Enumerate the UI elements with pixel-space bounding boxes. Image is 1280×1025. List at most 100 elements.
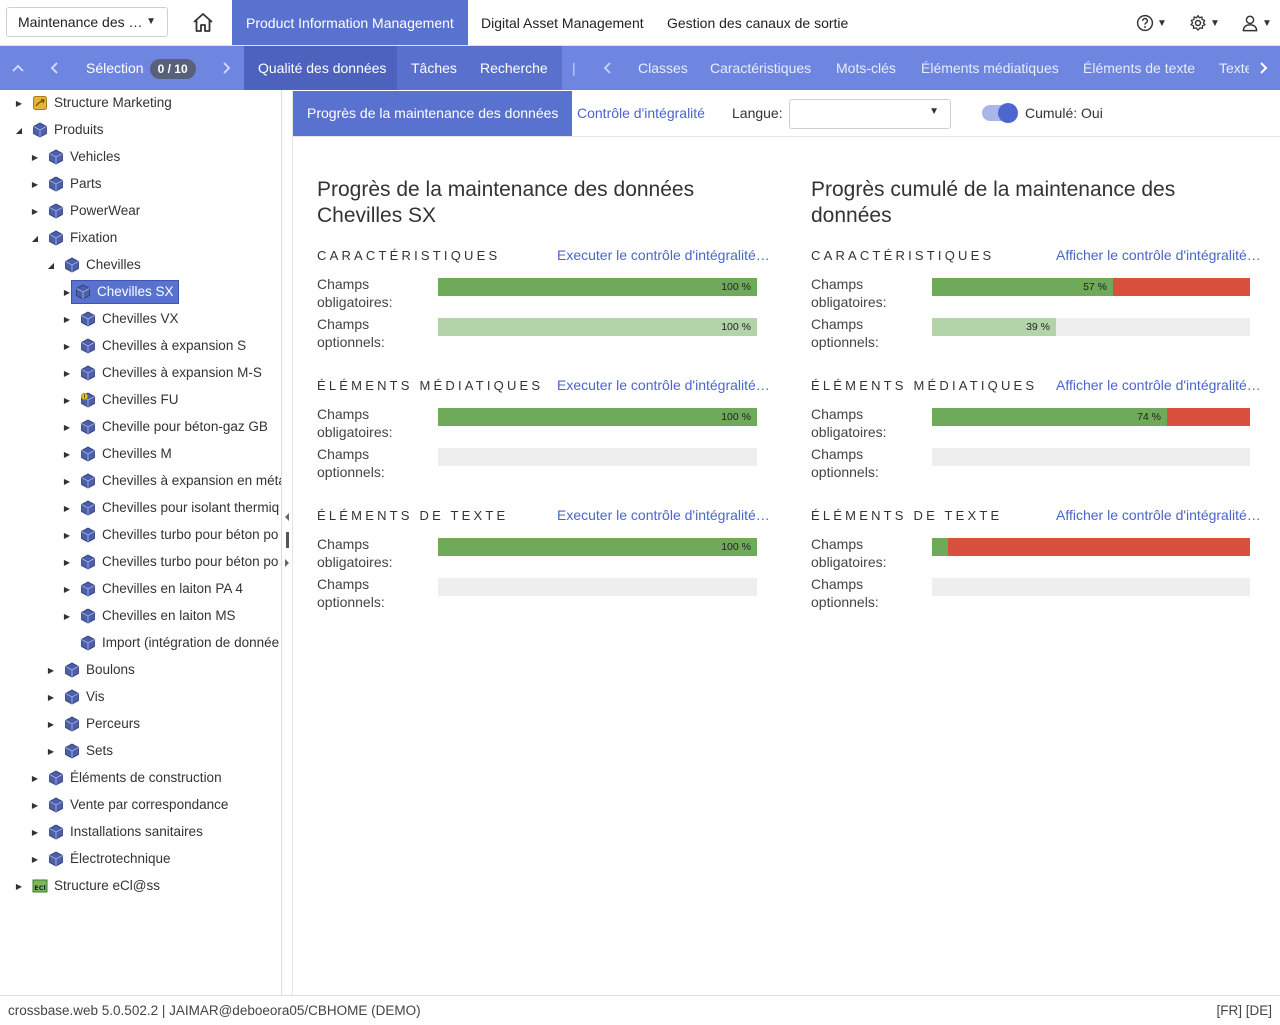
tree-item-content[interactable]: ECl Structure eCl@ss bbox=[24, 875, 164, 897]
language-switcher[interactable]: [FR] [DE] bbox=[1216, 996, 1272, 1025]
collapse-arrow-icon[interactable]: ◢ bbox=[30, 234, 40, 243]
expand-arrow-icon[interactable]: ▶ bbox=[62, 369, 72, 378]
tree-item[interactable]: Import (intégration de donnée bbox=[62, 632, 281, 654]
collapse-up-icon[interactable] bbox=[11, 46, 25, 90]
tree-item[interactable]: ▶ Parts bbox=[30, 173, 106, 195]
tab-keywords[interactable]: Mots-clés bbox=[836, 46, 896, 90]
tree-item-content[interactable]: Vente par correspondance bbox=[40, 794, 232, 816]
tree-item-content[interactable]: Import (intégration de donnée bbox=[72, 632, 281, 654]
tree-item-content[interactable]: Parts bbox=[40, 173, 106, 195]
expand-arrow-icon[interactable]: ▶ bbox=[62, 558, 72, 567]
tree-item-content[interactable]: Vehicles bbox=[40, 146, 124, 168]
tree-item-content[interactable]: Éléments de construction bbox=[40, 767, 226, 789]
expand-arrow-icon[interactable]: ▶ bbox=[14, 882, 24, 891]
user-menu[interactable]: ▼ bbox=[1241, 12, 1272, 34]
tree-item[interactable]: ▶ Cheville pour béton-gaz GB bbox=[62, 416, 272, 438]
tree-item-content[interactable]: Chevilles en laiton PA 4 bbox=[72, 578, 247, 600]
completeness-check-link[interactable]: Executer le contrôle d'intégralité… bbox=[557, 247, 770, 263]
tree-item-content[interactable]: Chevilles turbo pour béton po bbox=[72, 551, 281, 573]
tab-texts[interactable]: Texte bbox=[1219, 46, 1249, 90]
tree-item-content[interactable]: Chevilles VX bbox=[72, 308, 183, 330]
tab-data-quality[interactable]: Qualité des données bbox=[244, 46, 401, 90]
tree-item[interactable]: ▶ Structure Marketing bbox=[14, 92, 176, 114]
expand-arrow-icon[interactable]: ▶ bbox=[30, 207, 40, 216]
tree-item-content[interactable]: Chevilles M bbox=[72, 443, 176, 465]
expand-arrow-icon[interactable]: ▶ bbox=[30, 801, 40, 810]
tree-item-content[interactable]: Vis bbox=[56, 686, 109, 708]
tree-item[interactable]: ▶ Chevilles SX bbox=[62, 280, 179, 304]
tree-item[interactable]: ▶ Chevilles VX bbox=[62, 308, 183, 330]
completeness-check-link[interactable]: Executer le contrôle d'intégralité… bbox=[557, 377, 770, 393]
tab-pim[interactable]: Product Information Management bbox=[232, 0, 468, 45]
tab-text-elements[interactable]: Éléments de texte bbox=[1083, 46, 1195, 90]
tab-media-elements[interactable]: Éléments médiatiques bbox=[921, 46, 1059, 90]
collapse-arrow-icon[interactable]: ◢ bbox=[14, 126, 24, 135]
tree-item[interactable]: ▶ Chevilles pour isolant thermiq bbox=[62, 497, 281, 519]
home-icon[interactable] bbox=[191, 11, 215, 35]
tree-item-content[interactable]: Boulons bbox=[56, 659, 139, 681]
tree-item[interactable]: ▶ Chevilles à expansion M-S bbox=[62, 362, 266, 384]
tree-item[interactable]: ▶ Chevilles turbo pour béton po bbox=[62, 551, 281, 573]
tree-item[interactable]: ▶ Chevilles turbo pour béton po bbox=[62, 524, 281, 546]
expand-arrow-icon[interactable]: ▶ bbox=[46, 693, 56, 702]
tree-item[interactable]: ▶ Chevilles M bbox=[62, 443, 176, 465]
tab-characteristics[interactable]: Caractéristiques bbox=[710, 46, 811, 90]
tree-item[interactable]: ▶ Chevilles à expansion en méta bbox=[62, 470, 281, 492]
tree-item-content[interactable]: Chevilles à expansion M-S bbox=[72, 362, 266, 384]
tree-item[interactable]: ▶ Sets bbox=[46, 740, 117, 762]
expand-arrow-icon[interactable]: ▶ bbox=[62, 315, 72, 324]
tree-item-content[interactable]: Chevilles turbo pour béton po bbox=[72, 524, 281, 546]
expand-arrow-icon[interactable]: ▶ bbox=[62, 477, 72, 486]
tree-item-content[interactable]: Chevilles bbox=[56, 254, 145, 276]
completeness-check-link[interactable]: Afficher le contrôle d'intégralité… bbox=[1056, 377, 1261, 393]
collapse-left-icon[interactable] bbox=[283, 512, 291, 522]
completeness-check-link[interactable]: Executer le contrôle d'intégralité… bbox=[557, 507, 770, 523]
tree-item[interactable]: ▶ Chevilles en laiton PA 4 bbox=[62, 578, 247, 600]
tab-maintenance-progress[interactable]: Progrès de la maintenance des données bbox=[293, 91, 573, 136]
tree-item-content[interactable]: Chevilles à expansion en méta bbox=[72, 470, 281, 492]
tree-item[interactable]: ▶ Chevilles à expansion S bbox=[62, 335, 250, 357]
tree-item-content[interactable]: Sets bbox=[56, 740, 117, 762]
tree-item-content[interactable]: Installations sanitaires bbox=[40, 821, 207, 843]
tree-item-content[interactable]: Produits bbox=[24, 119, 108, 141]
tree-item-content[interactable]: Chevilles pour isolant thermiq bbox=[72, 497, 281, 519]
tree-item-content[interactable]: Chevilles à expansion S bbox=[72, 335, 250, 357]
sidebar-splitter[interactable] bbox=[282, 90, 293, 995]
tab-output-channels[interactable]: Gestion des canaux de sortie bbox=[653, 0, 862, 45]
expand-arrow-icon[interactable]: ▶ bbox=[30, 828, 40, 837]
cumulative-toggle[interactable] bbox=[982, 103, 1018, 123]
tree-item-content[interactable]: Fixation bbox=[40, 227, 121, 249]
collapse-arrow-icon[interactable]: ◢ bbox=[46, 261, 56, 270]
expand-arrow-icon[interactable]: ▶ bbox=[46, 666, 56, 675]
tab-dam[interactable]: Digital Asset Management bbox=[467, 0, 658, 45]
tab-classes[interactable]: Classes bbox=[638, 46, 688, 90]
settings-menu[interactable]: ▼ bbox=[1189, 12, 1220, 34]
expand-right-icon[interactable] bbox=[283, 558, 291, 568]
expand-arrow-icon[interactable]: ▶ bbox=[46, 747, 56, 756]
language-select[interactable]: ▼ bbox=[789, 99, 951, 129]
tabs-scroll-left-icon[interactable] bbox=[601, 46, 615, 90]
tree-item[interactable]: ▶ Chevilles FU bbox=[62, 389, 183, 411]
tree-item[interactable]: ▶ Vehicles bbox=[30, 146, 124, 168]
selection-indicator[interactable]: Sélection 0 / 10 bbox=[86, 46, 196, 90]
tree-item-content[interactable]: Structure Marketing bbox=[24, 92, 176, 114]
module-select[interactable]: Maintenance des … ▼ bbox=[6, 7, 168, 37]
expand-arrow-icon[interactable]: ▶ bbox=[14, 99, 24, 108]
completeness-check-link[interactable]: Afficher le contrôle d'intégralité… bbox=[1056, 507, 1261, 523]
tree-item[interactable]: ▶ Installations sanitaires bbox=[30, 821, 207, 843]
selection-prev-icon[interactable] bbox=[48, 46, 62, 90]
tree-item-content[interactable]: Électrotechnique bbox=[40, 848, 175, 870]
tree-item-content[interactable]: Cheville pour béton-gaz GB bbox=[72, 416, 272, 438]
expand-arrow-icon[interactable]: ▶ bbox=[62, 342, 72, 351]
splitter-handle[interactable] bbox=[286, 532, 289, 548]
expand-arrow-icon[interactable]: ▶ bbox=[30, 855, 40, 864]
tree-item-content[interactable]: Chevilles FU bbox=[72, 389, 183, 411]
tree-item[interactable]: ◢ Chevilles bbox=[46, 254, 145, 276]
expand-arrow-icon[interactable]: ▶ bbox=[62, 504, 72, 513]
expand-arrow-icon[interactable]: ▶ bbox=[62, 612, 72, 621]
expand-arrow-icon[interactable]: ▶ bbox=[62, 450, 72, 459]
tree-item[interactable]: ▶ Vis bbox=[46, 686, 109, 708]
tree-item-content[interactable]: Perceurs bbox=[56, 713, 144, 735]
expand-arrow-icon[interactable]: ▶ bbox=[62, 288, 72, 297]
tree-item[interactable]: ▶ Vente par correspondance bbox=[30, 794, 232, 816]
